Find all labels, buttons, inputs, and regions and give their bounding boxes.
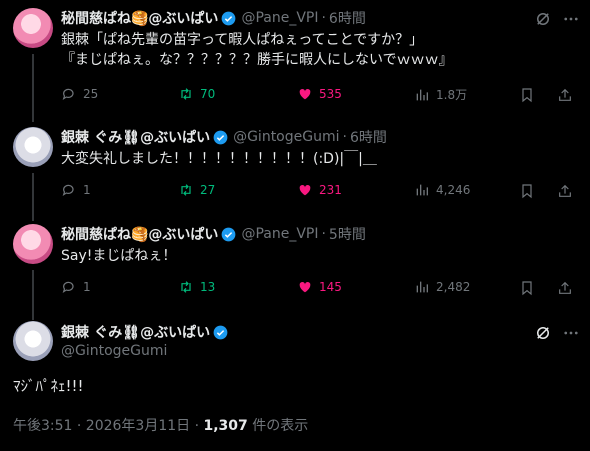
tweet-actions: 25 70 535 1.8万 bbox=[61, 86, 583, 106]
handle[interactable]: @GintogeGumi bbox=[233, 129, 339, 145]
main-display-name[interactable]: 銀棘 ぐみ⛓@ぶいぱい bbox=[61, 322, 210, 342]
verified-icon bbox=[213, 130, 228, 144]
views-button[interactable]: 2,482 bbox=[414, 279, 470, 295]
thread-line bbox=[32, 270, 34, 320]
like-count: 535 bbox=[319, 87, 342, 101]
thread-line bbox=[32, 173, 34, 221]
views-count: 4,246 bbox=[436, 183, 471, 197]
reply-count: 1 bbox=[83, 183, 91, 197]
avatar[interactable] bbox=[13, 127, 53, 167]
reply-button[interactable]: 1 bbox=[61, 279, 91, 295]
separator-dot: · bbox=[342, 129, 347, 145]
share-icon[interactable] bbox=[557, 86, 573, 104]
bookmark-icon[interactable] bbox=[519, 279, 535, 297]
views-count: 1.8万 bbox=[436, 88, 468, 102]
retweet-count: 13 bbox=[200, 280, 216, 294]
timestamp[interactable]: 5時間 bbox=[329, 224, 366, 244]
grok-icon[interactable] bbox=[534, 324, 552, 342]
views-icon bbox=[416, 184, 428, 196]
reply-button[interactable]: 25 bbox=[61, 86, 98, 102]
view-label: 件の表示 bbox=[247, 418, 309, 434]
main-tweet-text: ﾏｼﾞﾊﾟﾈｪ!!! bbox=[13, 377, 84, 395]
handle[interactable]: @Pane_VPI bbox=[241, 10, 318, 26]
bookmark-icon[interactable] bbox=[519, 182, 535, 200]
retweet-button[interactable]: 27 bbox=[178, 182, 215, 198]
display-name[interactable]: 銀棘 ぐみ⛓@ぶいぱい bbox=[61, 127, 210, 147]
verified-icon bbox=[222, 11, 236, 25]
tweet-text: Say!まじぱねぇ！ bbox=[61, 248, 177, 264]
like-button[interactable]: 231 bbox=[297, 182, 342, 198]
reply-icon bbox=[62, 281, 74, 294]
share-icon[interactable] bbox=[557, 279, 573, 297]
tweet-actions: 1 27 231 4,246 bbox=[61, 182, 583, 202]
main-handle[interactable]: @GintogeGumi bbox=[61, 343, 167, 359]
timestamp[interactable]: 6時間 bbox=[329, 8, 366, 28]
views-button[interactable]: 4,246 bbox=[414, 182, 470, 198]
heart-icon bbox=[299, 281, 311, 293]
like-count: 145 bbox=[319, 280, 342, 294]
reply-icon bbox=[62, 184, 74, 197]
separator-dot: · bbox=[321, 10, 326, 26]
retweet-count: 70 bbox=[200, 87, 216, 101]
main-avatar[interactable] bbox=[13, 321, 53, 361]
retweet-icon bbox=[181, 281, 191, 293]
more-icon[interactable] bbox=[562, 10, 580, 28]
tweet-header: 秘間慈ぱね🥞@ぶいぱい @Pane_VPI · 6時間 bbox=[61, 8, 366, 28]
retweet-count: 27 bbox=[200, 183, 216, 197]
retweet-button[interactable]: 70 bbox=[178, 86, 215, 102]
tweet-header: 秘間慈ぱね🥞@ぶいぱい @Pane_VPI · 5時間 bbox=[61, 224, 366, 244]
retweet-icon bbox=[181, 88, 191, 100]
share-icon[interactable] bbox=[557, 182, 573, 200]
like-button[interactable]: 535 bbox=[297, 86, 342, 102]
reply-icon bbox=[62, 88, 74, 101]
tweet-meta: 午後3:51 · 2026年3月11日 · 1,307 件の表示 bbox=[13, 415, 308, 435]
heart-icon bbox=[299, 88, 311, 100]
avatar[interactable] bbox=[13, 8, 53, 48]
views-count: 2,482 bbox=[436, 280, 471, 294]
tweet-datetime[interactable]: 午後3:51 · 2026年3月11日 · bbox=[13, 418, 204, 434]
reply-button[interactable]: 1 bbox=[61, 182, 91, 198]
reply-count: 25 bbox=[83, 87, 99, 101]
verified-icon bbox=[213, 325, 228, 339]
reply-count: 1 bbox=[83, 280, 91, 294]
tweet-header: 銀棘 ぐみ⛓@ぶいぱい @GintogeGumi · 6時間 bbox=[61, 127, 387, 147]
bookmark-icon[interactable] bbox=[519, 86, 535, 104]
display-name[interactable]: 秘間慈ぱね🥞@ぶいぱい bbox=[61, 224, 218, 244]
timestamp[interactable]: 6時間 bbox=[350, 127, 387, 147]
tweet-text: 大変失礼しました！！！！！！！！！！(:D)|￣|＿ bbox=[61, 151, 377, 167]
view-count: 1,307 bbox=[203, 418, 248, 434]
retweet-button[interactable]: 13 bbox=[178, 279, 215, 295]
tweet-text: 銀棘「ぱね先輩の苗字って暇人ぱねぇってことですか？」 『まじぱねぇ。な？？？？？… bbox=[61, 32, 453, 68]
more-icon[interactable] bbox=[562, 324, 580, 342]
main-header: 銀棘 ぐみ⛓@ぶいぱい bbox=[61, 322, 233, 342]
like-count: 231 bbox=[319, 183, 342, 197]
views-icon bbox=[416, 281, 428, 293]
tweet-actions: 1 13 145 2,482 bbox=[61, 279, 583, 299]
grok-icon[interactable] bbox=[534, 10, 552, 28]
avatar[interactable] bbox=[13, 224, 53, 264]
handle[interactable]: @Pane_VPI bbox=[241, 226, 318, 242]
display-name[interactable]: 秘間慈ぱね🥞@ぶいぱい bbox=[61, 8, 218, 28]
views-icon bbox=[416, 89, 428, 100]
verified-icon bbox=[222, 227, 236, 241]
separator-dot: · bbox=[321, 226, 326, 242]
retweet-icon bbox=[181, 184, 191, 196]
heart-icon bbox=[299, 184, 311, 196]
views-button[interactable]: 1.8万 bbox=[414, 86, 467, 103]
like-button[interactable]: 145 bbox=[297, 279, 342, 295]
thread-line bbox=[32, 54, 34, 122]
